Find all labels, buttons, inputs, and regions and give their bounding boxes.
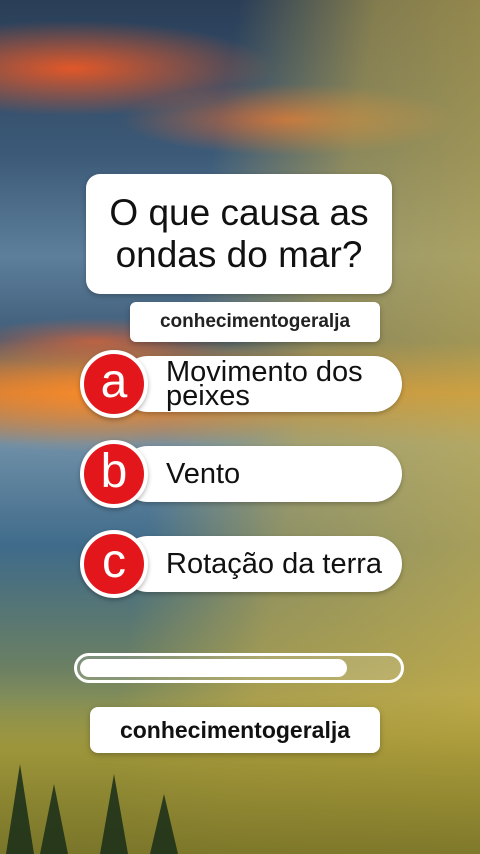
option-c[interactable]: c Rotação da terra [80,530,402,598]
tree-silhouette [40,784,68,854]
tree-silhouette [150,794,178,854]
timer-progress-bar [74,653,404,683]
channel-handle-text: conhecimentogeralja [159,311,351,332]
option-text: Vento [166,458,241,490]
channel-handle-top: conhecimentogeralja [130,302,380,342]
question-card: O que causa as ondas do mar? [86,174,392,294]
option-letter-badge: b [80,440,148,508]
option-a[interactable]: a Movimento dos peixes [80,350,402,418]
timer-progress-fill [80,659,347,677]
question-text: O que causa as ondas do mar? [109,192,369,275]
tree-silhouette [6,764,34,854]
channel-handle-text: conhecimentogeralja [119,716,351,743]
option-text: Rotação da terra [166,548,383,580]
option-letter-badge: c [80,530,148,598]
channel-handle-bottom: conhecimentogeralja [90,707,380,753]
option-letter-badge: a [80,350,148,418]
option-b[interactable]: b Vento [80,440,402,508]
option-text: Movimento dos peixes [166,356,363,412]
tree-silhouette [100,774,128,854]
